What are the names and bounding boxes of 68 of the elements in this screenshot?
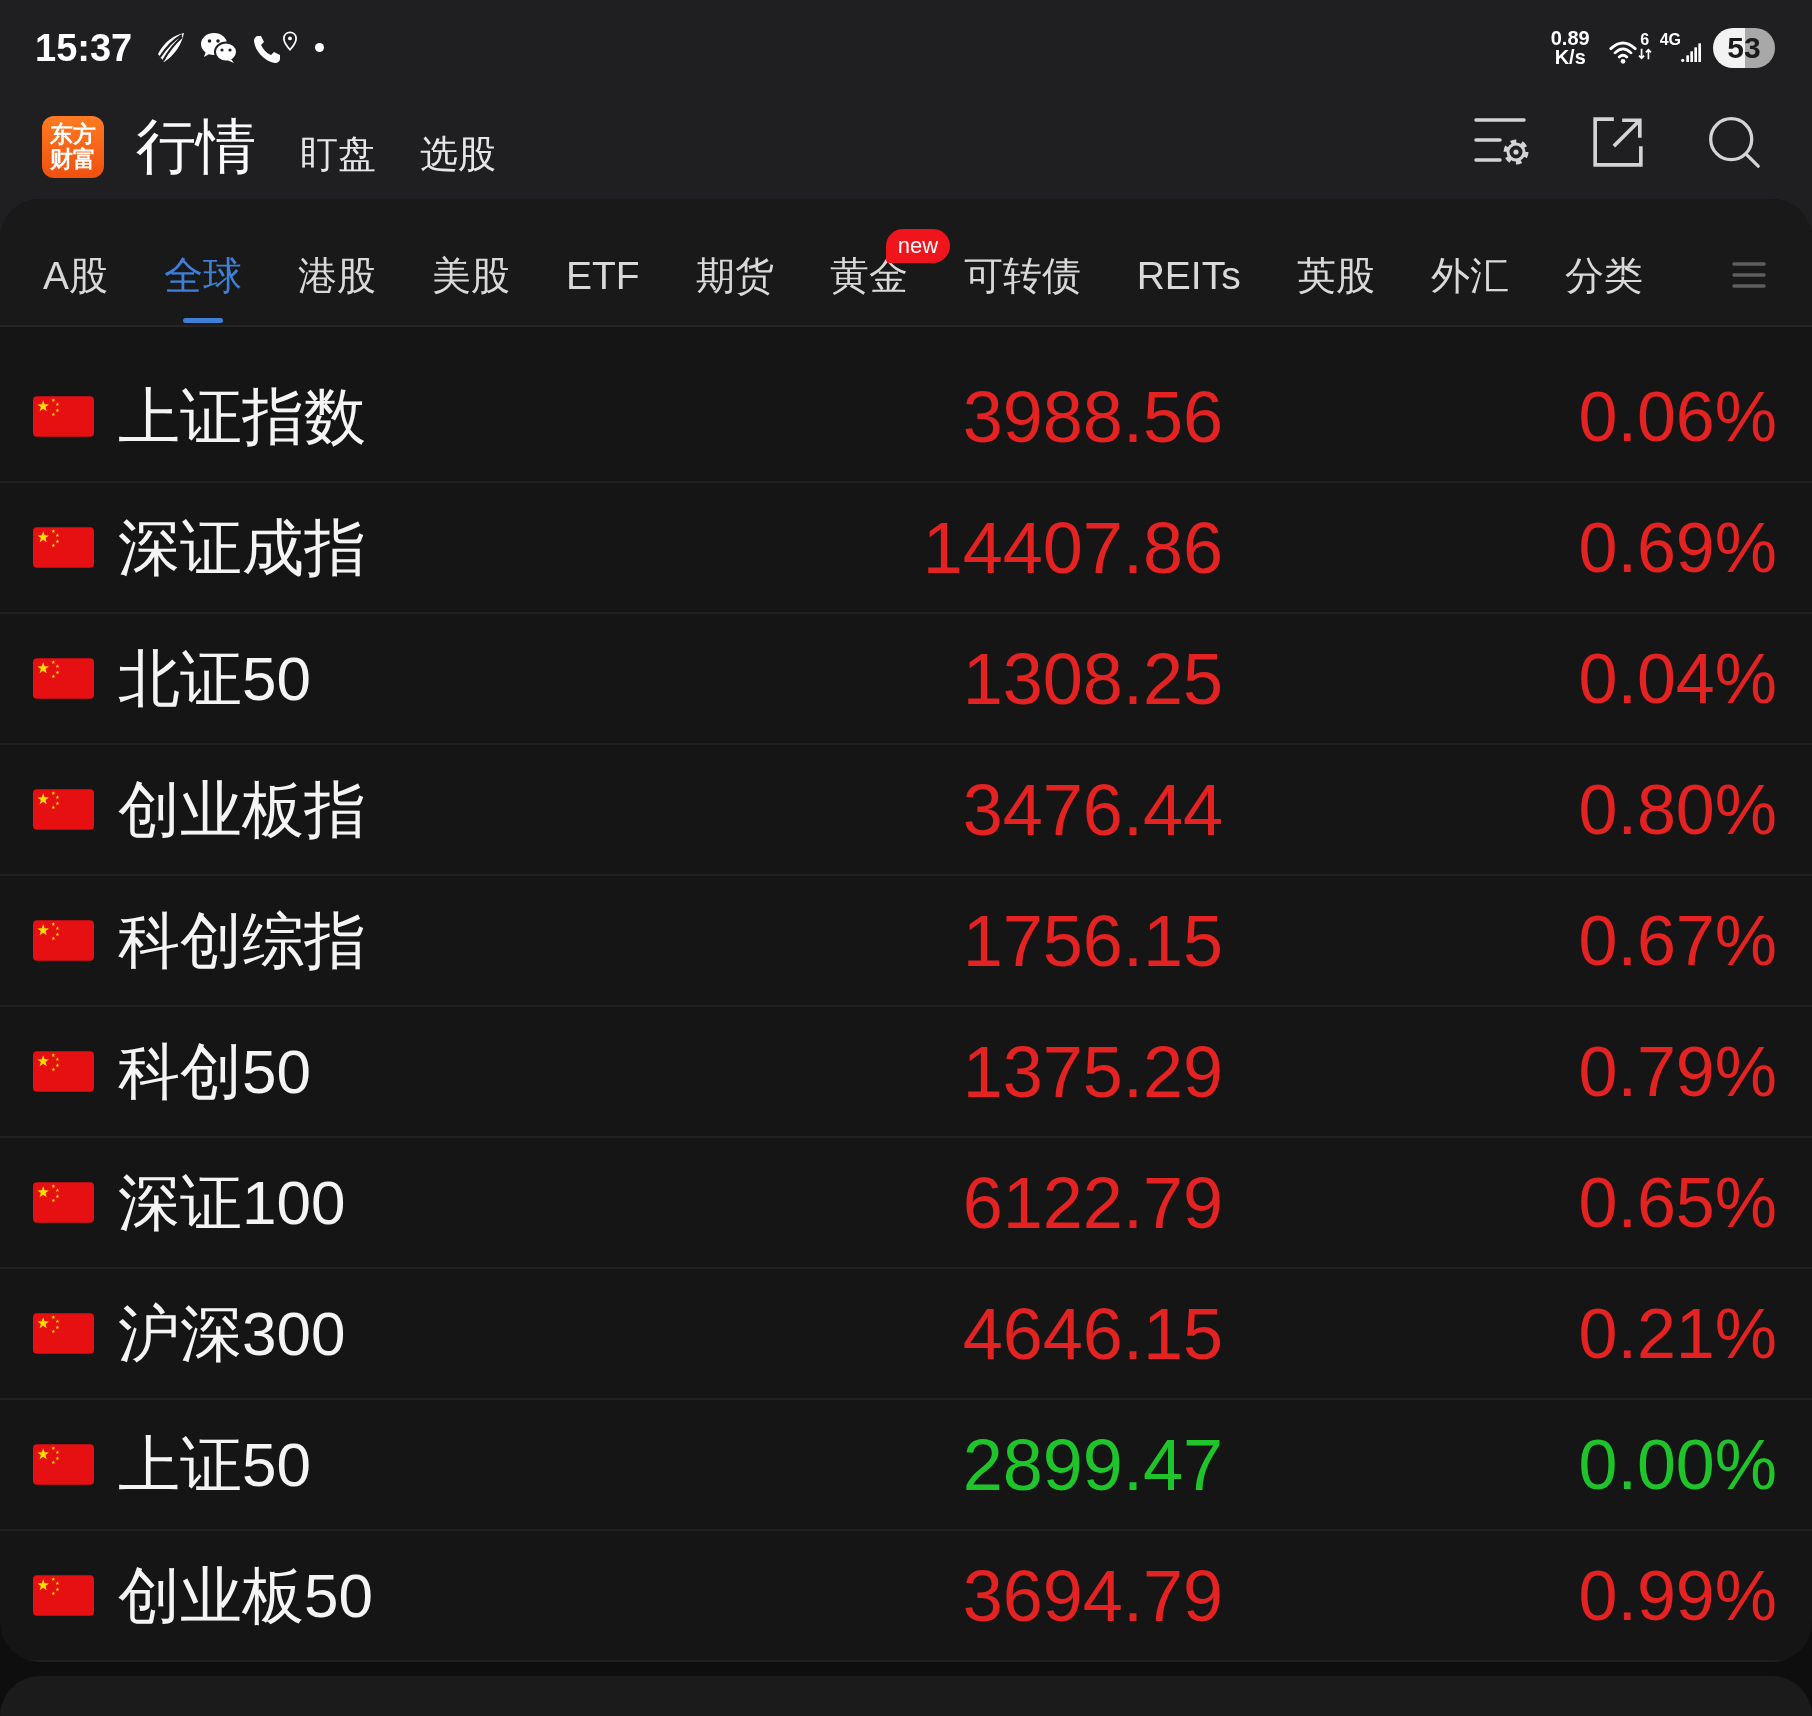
market-tab[interactable]: 期货 <box>667 253 802 325</box>
index-name: 北证50 <box>118 642 311 715</box>
index-price: 4646.15 <box>962 1292 1223 1375</box>
index-name: 上证50 <box>118 1428 311 1501</box>
market-tab[interactable]: A股 <box>15 253 136 325</box>
index-change: 0.06% <box>1578 376 1777 457</box>
index-name: 上证指数 <box>118 380 366 453</box>
feather-icon <box>156 31 187 64</box>
transfer-arrows-icon <box>1637 48 1652 60</box>
index-name: 深证成指 <box>118 511 366 584</box>
market-tab[interactable]: 英股 <box>1268 253 1403 325</box>
index-change: 0.21% <box>1578 1293 1777 1374</box>
index-price: 2899.47 <box>962 1423 1223 1506</box>
index-change: 0.65% <box>1578 1162 1777 1243</box>
flag-icon <box>33 1313 94 1354</box>
index-price: 6122.79 <box>962 1161 1223 1244</box>
market-tab[interactable]: ETF <box>538 253 668 325</box>
index-name: 深证100 <box>118 1166 346 1239</box>
index-change: 0.79% <box>1578 1031 1777 1112</box>
index-change: 0.80% <box>1578 769 1777 850</box>
network-speed-unit: K/s <box>1554 47 1586 67</box>
market-tab[interactable]: 分类 <box>1536 253 1671 325</box>
index-price: 1308.25 <box>962 637 1223 720</box>
app-logo: 东方 财富 <box>42 116 104 178</box>
market-tab[interactable]: 全球 <box>136 253 270 325</box>
index-change: 0.00% <box>1578 1424 1777 1505</box>
index-price: 1375.29 <box>962 1030 1223 1113</box>
flag-icon <box>33 920 94 961</box>
index-name: 科创综指 <box>118 904 366 977</box>
index-name: 创业板指 <box>118 773 366 846</box>
network-speed: 0.89 <box>1550 28 1590 48</box>
header-tab[interactable]: 盯盘 <box>300 132 376 178</box>
market-tab[interactable]: 外汇 <box>1402 253 1537 325</box>
search-icon[interactable] <box>1706 115 1762 169</box>
market-tab[interactable]: 美股 <box>404 253 538 325</box>
dot-icon <box>315 43 325 52</box>
flag-icon <box>33 658 94 699</box>
index-price: 3476.44 <box>962 768 1223 851</box>
market-tab[interactable]: 港股 <box>270 253 404 325</box>
index-price: 3988.56 <box>962 375 1223 458</box>
flag-icon <box>33 1182 94 1223</box>
wifi-standard-label: 6 <box>1640 31 1650 48</box>
index-price: 1756.15 <box>962 899 1223 982</box>
flag-icon <box>33 1444 94 1485</box>
menu-icon[interactable] <box>1732 261 1766 289</box>
market-tab[interactable]: REITs <box>1108 253 1269 325</box>
index-name: 科创50 <box>118 1035 311 1108</box>
header-tab[interactable]: 行情 <box>136 111 256 183</box>
battery-indicator: 53 <box>1713 27 1775 68</box>
share-icon[interactable] <box>1590 115 1646 169</box>
network-type-label: 4G <box>1659 30 1681 48</box>
index-change: 0.67% <box>1578 900 1777 981</box>
flag-icon <box>33 396 94 437</box>
chat-bubbles-icon <box>200 31 239 64</box>
flag-icon <box>33 1575 94 1616</box>
index-change: 0.69% <box>1578 507 1777 588</box>
index-change: 0.99% <box>1578 1555 1777 1636</box>
index-price: 3694.79 <box>962 1554 1223 1637</box>
status-time: 15:37 <box>35 27 133 68</box>
flag-icon <box>33 1051 94 1092</box>
header-tab[interactable]: 选股 <box>420 132 496 178</box>
index-change: 0.04% <box>1578 638 1777 719</box>
index-price: 14407.86 <box>922 506 1223 589</box>
flag-icon <box>33 789 94 830</box>
flag-icon <box>33 527 94 568</box>
index-name: 沪深300 <box>118 1297 346 1370</box>
location-pin-icon <box>283 30 298 51</box>
index-name: 创业板50 <box>118 1559 373 1632</box>
